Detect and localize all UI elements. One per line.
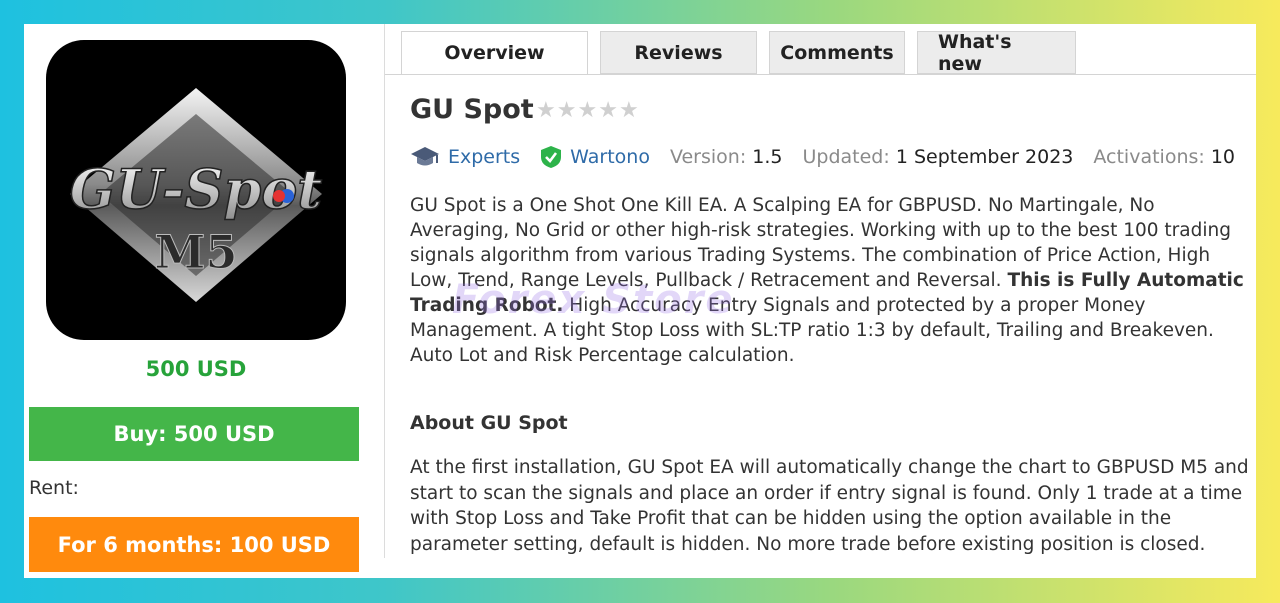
tab-bar: Overview Reviews Comments What's new [401, 31, 1088, 75]
star-icon[interactable]: ★ [577, 98, 598, 123]
tab-comments[interactable]: Comments [769, 31, 905, 74]
price-label: 500 USD [145, 357, 247, 381]
rating-stars[interactable]: ★★★★★ [536, 98, 640, 123]
rent-label: Rent: [29, 477, 79, 499]
updated-value: 1 September 2023 [895, 146, 1074, 168]
star-icon[interactable]: ★ [557, 98, 578, 123]
buy-button[interactable]: Buy: 500 USD [29, 407, 359, 461]
version-value: 1.5 [752, 146, 783, 168]
category-link[interactable]: Experts [410, 145, 520, 169]
activations-label: Activations: [1093, 146, 1205, 168]
tab-whats-new[interactable]: What's new [917, 31, 1076, 75]
activations-value: 10 [1210, 146, 1236, 168]
star-icon[interactable]: ★ [598, 98, 619, 123]
tab-underline [385, 74, 1256, 75]
updated-info: Updated: 1 September 2023 [803, 146, 1074, 168]
rent-6-months-button[interactable]: For 6 months: 100 USD [29, 517, 359, 572]
tab-reviews[interactable]: Reviews [600, 31, 757, 74]
tab-overview[interactable]: Overview [401, 31, 588, 75]
product-description: GU Spot is a One Shot One Kill EA. A Sca… [410, 193, 1250, 368]
author-label[interactable]: Wartono [570, 146, 650, 168]
activations-info: Activations: 10 [1093, 146, 1235, 168]
star-icon[interactable]: ★ [619, 98, 640, 123]
author-link[interactable]: Wartono [540, 145, 650, 169]
product-title: GU Spot [410, 94, 534, 125]
product-panel: GU-Spot M5 500 USD Buy: 500 USD Rent: Fo… [24, 24, 1256, 578]
star-icon[interactable]: ★ [536, 98, 557, 123]
updated-label: Updated: [802, 146, 890, 168]
verified-shield-icon [540, 145, 562, 169]
about-text: At the first installation, GU Spot EA wi… [410, 457, 1249, 555]
product-meta: Experts Wartono Version: 1.5 Updated: 1 … [410, 143, 1235, 171]
product-sidebar: GU-Spot M5 500 USD Buy: 500 USD Rent: Fo… [24, 24, 384, 578]
version-info: Version: 1.5 [670, 146, 783, 168]
product-image: GU-Spot M5 [46, 40, 346, 340]
column-divider [384, 24, 385, 558]
product-image-title: GU-Spot [70, 157, 322, 221]
category-label[interactable]: Experts [448, 146, 520, 168]
version-label: Version: [669, 146, 747, 168]
graduation-cap-icon [410, 145, 440, 169]
product-image-timeframe: M5 [155, 225, 238, 279]
about-heading: About GU Spot [410, 412, 568, 434]
